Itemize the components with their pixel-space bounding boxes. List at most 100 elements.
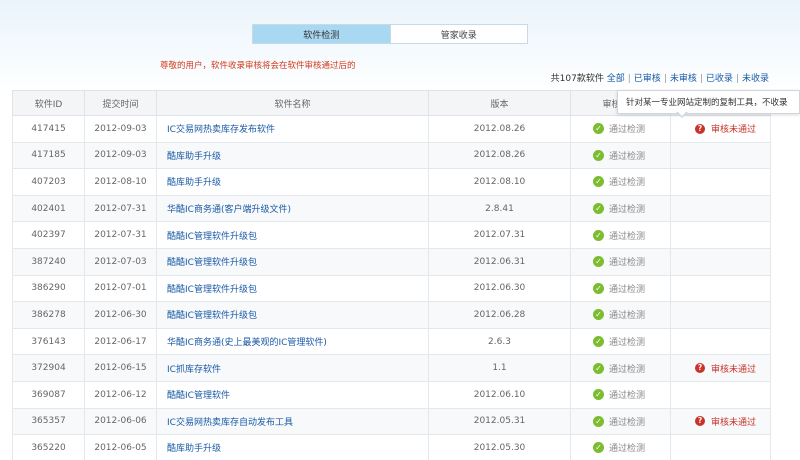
filter-reviewed[interactable]: 已审核 bbox=[634, 74, 661, 84]
software-name-link[interactable]: 酷酷IC管理软件升级包 bbox=[167, 311, 257, 321]
software-name-link[interactable]: 酷酷IC管理软件升级包 bbox=[167, 258, 257, 268]
cell-software-name: 华酷IC商务通(客户端升级文件) bbox=[156, 194, 429, 223]
tooltip: 针对某一专业网站定制的复制工具，不收录 bbox=[617, 90, 800, 114]
software-name-link[interactable]: 华酷IC商务通(史上最美观的IC管理软件) bbox=[167, 338, 327, 348]
check-circle-icon: ✓ bbox=[593, 229, 604, 241]
cell-software-name: 酷酷IC管理软件升级包 bbox=[156, 221, 429, 249]
question-circle-icon[interactable]: ? bbox=[695, 123, 705, 134]
cell-submit-time: 2012-09-03 bbox=[84, 115, 157, 143]
cell-software-name: 酷酷IC管理软件升级包 bbox=[156, 247, 429, 276]
cell-check-status: ✓ 通过检测 bbox=[570, 354, 671, 382]
check-circle-icon: ✓ bbox=[593, 415, 604, 427]
cell-review-status: ? 审核未通过 bbox=[670, 407, 771, 436]
cell-submit-time: 2012-06-06 bbox=[84, 407, 157, 436]
cell-submit-time: 2012-07-01 bbox=[84, 274, 157, 303]
cell-software-id: 417415 bbox=[12, 115, 85, 143]
cell-review-status bbox=[670, 221, 771, 249]
software-name-link[interactable]: 酷酷IC管理软件升级包 bbox=[167, 285, 257, 295]
software-name-link[interactable]: 酷酷IC管理软件 bbox=[167, 391, 230, 401]
check-status-text: 通过检测 bbox=[609, 178, 646, 189]
check-status-text: 通过检测 bbox=[609, 391, 646, 402]
table-row: 386278 2012-06-30 酷酷IC管理软件升级包 2012.06.28 ✓ 通过… bbox=[12, 301, 771, 329]
cell-software-id: 365220 bbox=[12, 434, 85, 460]
software-name-link[interactable]: IC交易网热卖库存发布软件 bbox=[167, 125, 275, 135]
tab-software-check[interactable]: 软件检测 bbox=[253, 25, 390, 43]
table-row: 402401 2012-07-31 华酷IC商务通(客户端升级文件) 2.8.41 ✓ 通… bbox=[12, 194, 771, 223]
cell-version: 2012.06.31 bbox=[428, 247, 571, 276]
cell-check-status: ✓ 通过检测 bbox=[570, 327, 671, 356]
cell-software-name: 酷酷IC管理软件升级包 bbox=[156, 301, 429, 329]
table-row: 386290 2012-07-01 酷酷IC管理软件升级包 2012.06.30 ✓ 通过… bbox=[12, 274, 771, 303]
review-status-text: 审核未通过 bbox=[711, 364, 757, 375]
check-circle-icon: ✓ bbox=[593, 149, 604, 161]
software-name-link[interactable]: 酷库助手升级 bbox=[167, 152, 221, 162]
cell-software-id: 402401 bbox=[12, 194, 85, 223]
cell-submit-time: 2012-07-31 bbox=[84, 194, 157, 223]
software-name-link[interactable]: 酷库助手升级 bbox=[167, 444, 221, 454]
check-circle-icon: ✓ bbox=[593, 336, 604, 348]
cell-review-status bbox=[670, 327, 771, 356]
check-circle-icon: ✓ bbox=[593, 309, 604, 321]
check-circle-icon: ✓ bbox=[593, 389, 604, 401]
check-circle-icon: ✓ bbox=[593, 256, 604, 268]
cell-version: 2.8.41 bbox=[428, 194, 571, 223]
cell-review-status bbox=[670, 141, 771, 170]
cell-submit-time: 2012-08-10 bbox=[84, 168, 157, 196]
check-status-text: 通过检测 bbox=[609, 311, 646, 322]
filter-all[interactable]: 全部 bbox=[607, 74, 625, 84]
cell-version: 2012.05.31 bbox=[428, 407, 571, 436]
cell-software-id: 407203 bbox=[12, 168, 85, 196]
cell-submit-time: 2012-09-03 bbox=[84, 141, 157, 170]
cell-software-name: 华酷IC商务通(史上最美观的IC管理软件) bbox=[156, 327, 429, 356]
check-status-text: 通过检测 bbox=[609, 364, 646, 375]
table-row: 365220 2012-06-05 酷库助手升级 2012.05.30 ✓ 通过检测 bbox=[12, 434, 771, 460]
cell-submit-time: 2012-06-30 bbox=[84, 301, 157, 329]
cell-check-status: ✓ 通过检测 bbox=[570, 141, 671, 170]
check-circle-icon: ✓ bbox=[593, 282, 604, 294]
software-name-link[interactable]: 酷库助手升级 bbox=[167, 178, 221, 188]
cell-review-status bbox=[670, 380, 771, 409]
question-circle-icon[interactable]: ? bbox=[695, 363, 705, 374]
cell-review-status bbox=[670, 434, 771, 460]
cell-software-id: 376143 bbox=[12, 327, 85, 356]
software-name-link[interactable]: IC抓库存软件 bbox=[167, 365, 221, 375]
cell-version: 2012.06.30 bbox=[428, 274, 571, 303]
cell-check-status: ✓ 通过检测 bbox=[570, 301, 671, 329]
cell-review-status bbox=[670, 247, 771, 276]
filter-bar: 共107款软件 全部 | 已审核 | 未审核 | 已收录 | 未收录 bbox=[550, 74, 769, 84]
tooltip-arrow bbox=[676, 111, 688, 118]
tab-manager-included[interactable]: 管家收录 bbox=[389, 25, 528, 43]
cell-review-status bbox=[670, 168, 771, 196]
cell-submit-time: 2012-07-03 bbox=[84, 247, 157, 276]
check-status-text: 通过检测 bbox=[609, 338, 646, 349]
review-status-text: 审核未通过 bbox=[711, 417, 757, 428]
cell-review-status bbox=[670, 301, 771, 329]
cell-software-name: 酷酷IC管理软件 bbox=[156, 380, 429, 409]
cell-check-status: ✓ 通过检测 bbox=[570, 194, 671, 223]
software-name-link[interactable]: 酷酷IC管理软件升级包 bbox=[167, 232, 257, 242]
table-row: 372904 2012-06-15 IC抓库存软件 1.1 ✓ 通过检测? 审核未通过 bbox=[12, 354, 771, 382]
cell-software-name: IC交易网热卖库存发布软件 bbox=[156, 115, 429, 143]
cell-check-status: ✓ 通过检测 bbox=[570, 380, 671, 409]
cell-submit-time: 2012-06-17 bbox=[84, 327, 157, 356]
cell-software-name: 酷库助手升级 bbox=[156, 141, 429, 170]
check-status-text: 通过检测 bbox=[609, 205, 646, 216]
software-name-link[interactable]: IC交易网热卖库存自动发布工具 bbox=[167, 418, 293, 428]
check-circle-icon: ✓ bbox=[593, 362, 604, 374]
software-name-link[interactable]: 华酷IC商务通(客户端升级文件) bbox=[167, 205, 291, 215]
question-circle-icon[interactable]: ? bbox=[695, 416, 705, 427]
table-row: 402397 2012-07-31 酷酷IC管理软件升级包 2012.07.31 ✓ 通过… bbox=[12, 221, 771, 249]
filter-unreviewed[interactable]: 未审核 bbox=[670, 74, 697, 84]
software-table: 软件ID 提交时间 软件名称 版本 审核状态 4174152012-09-03I… bbox=[12, 90, 771, 460]
cell-software-id: 372904 bbox=[12, 354, 85, 382]
filter-not-included[interactable]: 未收录 bbox=[742, 74, 769, 84]
filter-included[interactable]: 已收录 bbox=[706, 74, 733, 84]
tab-bar: 软件检测 管家收录 bbox=[252, 24, 528, 44]
review-status-text: 审核未通过 bbox=[711, 125, 757, 136]
cell-submit-time: 2012-06-05 bbox=[84, 434, 157, 460]
cell-software-name: 酷酷IC管理软件升级包 bbox=[156, 274, 429, 303]
cell-check-status: ✓ 通过检测 bbox=[570, 407, 671, 436]
check-status-text: 通过检测 bbox=[609, 125, 646, 136]
cell-submit-time: 2012-06-12 bbox=[84, 380, 157, 409]
cell-review-status: ? 审核未通过 bbox=[670, 115, 771, 143]
